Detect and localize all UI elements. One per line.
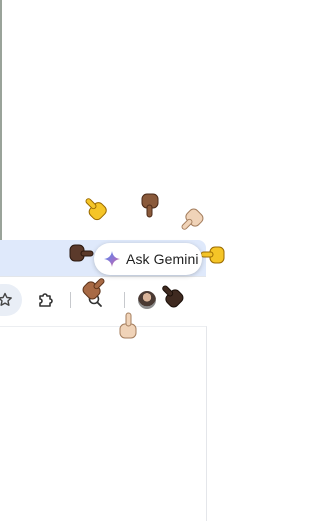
pointing-hand-icon [119, 312, 137, 339]
pointing-hand-icon [181, 208, 204, 230]
pointing-hand-icon [162, 285, 184, 308]
page-content-area [0, 326, 207, 521]
pointing-hand-icon [69, 244, 94, 262]
pointing-hand-icon [85, 198, 107, 221]
profile-avatar[interactable] [138, 291, 156, 309]
toolbar-divider [124, 292, 125, 308]
pointing-hand-icon [82, 278, 105, 300]
gemini-sparkle-icon [104, 251, 120, 267]
toolbar-divider [70, 292, 71, 308]
pointing-hand-icon [141, 193, 159, 218]
ask-gemini-button[interactable]: Ask Gemini [94, 243, 202, 275]
bookmark-star-icon[interactable] [0, 289, 16, 311]
ask-gemini-label: Ask Gemini [126, 251, 199, 267]
pointing-hand-icon [200, 246, 225, 264]
extensions-puzzle-icon[interactable] [35, 289, 57, 311]
